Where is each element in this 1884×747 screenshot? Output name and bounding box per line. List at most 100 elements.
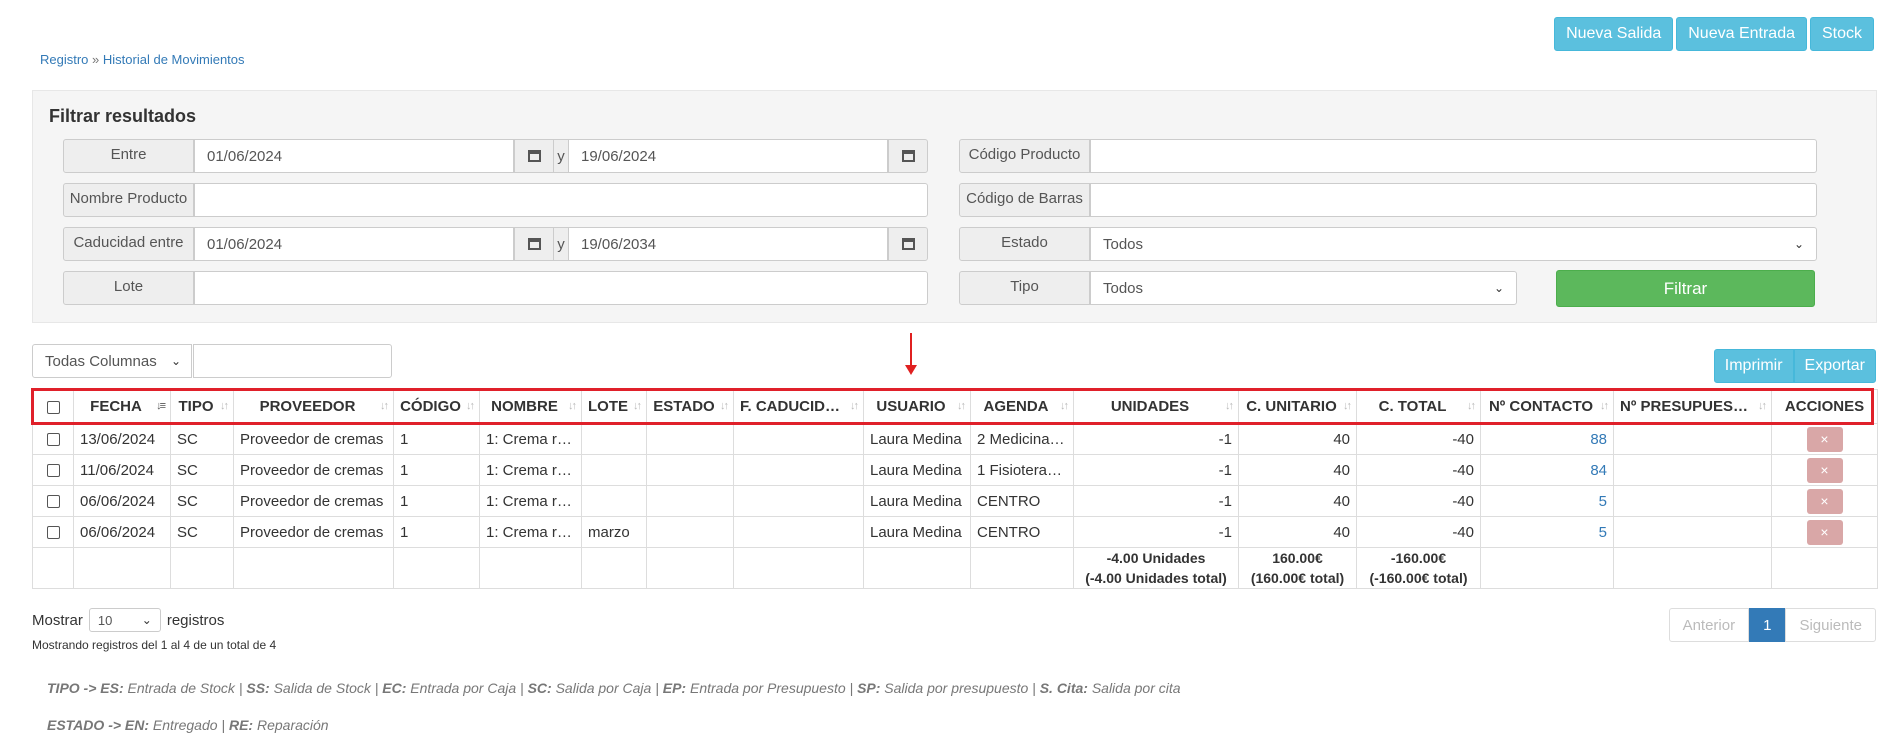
cell-contacto-link[interactable]: 84 — [1480, 454, 1614, 486]
col-proveedor-header[interactable]: PROVEEDOR ↓↑ — [233, 389, 394, 424]
col-label: CÓDIGO — [400, 398, 461, 415]
col-codigo-header[interactable]: CÓDIGO ↓↑ — [393, 389, 480, 424]
row-checkbox[interactable] — [46, 464, 60, 478]
caducidad-from-calendar-button[interactable] — [514, 227, 554, 261]
totals-total-line1: -160.00€ — [1390, 550, 1447, 566]
sort-icon: ↓↑ — [1225, 400, 1234, 412]
codigo-barras-input[interactable] — [1090, 183, 1817, 217]
tipo-select-value: Todos — [1103, 279, 1144, 297]
filter-title: Filtrar resultados — [49, 106, 197, 126]
tipo-select[interactable]: Todos ⌄ — [1090, 271, 1517, 305]
col-label: FECHA — [90, 398, 142, 415]
column-search-input[interactable] — [193, 344, 392, 378]
col-agenda-header[interactable]: AGENDA ↓↑ — [970, 389, 1074, 424]
col-label: AGENDA — [983, 398, 1049, 415]
nueva-salida-button[interactable]: Nueva Salida — [1554, 17, 1674, 51]
caducidad-from-input[interactable]: 01/06/2024 — [194, 227, 514, 261]
cell-total: -40 — [1356, 485, 1481, 517]
caducidad-row: Caducidad entre 01/06/2024 y 19/06/2034 — [63, 227, 928, 261]
lote-input[interactable] — [194, 271, 928, 305]
cell-contacto-link[interactable]: 5 — [1480, 516, 1614, 548]
caducidad-to-calendar-button[interactable] — [888, 227, 928, 261]
records-info: Mostrando registros del 1 al 4 de un tot… — [32, 638, 277, 652]
col-presupuesto-header[interactable]: Nº PRESUPUESTO ↓↑ — [1613, 389, 1772, 424]
totals-unitario-line1: 160.00€ — [1272, 550, 1323, 566]
totals-total-line2: (-160.00€ total) — [1369, 570, 1468, 586]
row-checkbox[interactable] — [46, 433, 60, 447]
delete-button[interactable]: × — [1806, 488, 1843, 514]
pagination-previous[interactable]: Anterior — [1668, 608, 1750, 642]
nombre-producto-input[interactable] — [194, 183, 928, 217]
filtrar-button[interactable]: Filtrar — [1556, 270, 1815, 307]
cell-contacto-link[interactable]: 88 — [1480, 423, 1614, 455]
tipo-label: Tipo — [959, 271, 1090, 305]
chevron-down-icon: ⌄ — [1493, 281, 1504, 295]
breadcrumb-current-link[interactable]: Historial de Movimientos — [103, 52, 245, 67]
cell-acciones: × — [1771, 423, 1878, 455]
cell-usuario: Laura Medina — [863, 423, 971, 455]
totals-empty-cell — [32, 547, 74, 589]
col-total-header[interactable]: C. TOTAL ↓↑ — [1356, 389, 1481, 424]
pagination: Anterior 1 Siguiente — [1668, 608, 1876, 642]
select-all-checkbox[interactable] — [46, 400, 60, 414]
entre-from-calendar-button[interactable] — [514, 139, 554, 173]
exportar-button[interactable]: Exportar — [1793, 349, 1876, 383]
legend-value: Salida de Stock — [269, 680, 371, 696]
legend-value: Reparación — [253, 717, 329, 733]
caducidad-to-input[interactable]: 19/06/2034 — [568, 227, 888, 261]
cell-codigo: 1 — [393, 516, 480, 548]
delete-button[interactable]: × — [1806, 426, 1843, 452]
entre-to-calendar-button[interactable] — [888, 139, 928, 173]
stock-button[interactable]: Stock — [1809, 17, 1874, 51]
chevron-down-icon: ⌄ — [141, 613, 152, 627]
cell-unidades: -1 — [1073, 454, 1239, 486]
col-caducidad-header[interactable]: F. CADUCIDAD ↓↑ — [733, 389, 864, 424]
totals-unidades: -4.00 Unidades (-4.00 Unidades total) — [1073, 547, 1239, 589]
barras-row: Código de Barras — [959, 183, 1817, 217]
col-usuario-header[interactable]: USUARIO ↓↑ — [863, 389, 971, 424]
imprimir-button[interactable]: Imprimir — [1713, 349, 1794, 383]
cell-fecha: 06/06/2024 — [73, 516, 171, 548]
registros-label: registros — [166, 611, 225, 629]
pagination-next[interactable]: Siguiente — [1785, 608, 1876, 642]
top-button-group: Nueva Salida Nueva Entrada Stock — [1554, 17, 1874, 51]
col-nombre-header[interactable]: NOMBRE ↓↑ — [479, 389, 582, 424]
estado-select[interactable]: Todos ⌄ — [1090, 227, 1817, 261]
delete-button[interactable]: × — [1806, 457, 1843, 483]
cell-tipo: SC — [170, 485, 234, 517]
chevron-down-icon: ⌄ — [170, 354, 181, 368]
cell-acciones: × — [1771, 485, 1878, 517]
nueva-entrada-button[interactable]: Nueva Entrada — [1676, 17, 1807, 51]
col-unidades-header[interactable]: UNIDADES ↓↑ — [1073, 389, 1239, 424]
page-length-select[interactable]: 10 ⌄ — [88, 608, 161, 632]
col-tipo-header[interactable]: TIPO ↓↑ — [170, 389, 234, 424]
breadcrumb-registro-link[interactable]: Registro — [40, 52, 88, 67]
col-label: TIPO — [178, 398, 214, 415]
col-lote-header[interactable]: LOTE ↓↑ — [581, 389, 647, 424]
cell-contacto-link[interactable]: 5 — [1480, 485, 1614, 517]
delete-button[interactable]: × — [1806, 519, 1843, 545]
entre-from-input[interactable]: 01/06/2024 — [194, 139, 514, 173]
totals-empty-cell — [646, 547, 734, 589]
cell-unitario: 40 — [1238, 454, 1357, 486]
cell-fecha: 06/06/2024 — [73, 485, 171, 517]
estado-select-value: Todos — [1103, 235, 1144, 253]
col-fecha-header[interactable]: FECHA ↓≡ — [73, 389, 171, 424]
pagination-page-1[interactable]: 1 — [1749, 608, 1786, 642]
nombre-row: Nombre Producto — [63, 183, 928, 217]
totals-unidades-line2: (-4.00 Unidades total) — [1085, 570, 1227, 586]
sort-icon: ↓↑ — [1343, 400, 1352, 412]
column-filter-select[interactable]: Todas Columnas ⌄ — [32, 344, 192, 378]
tipo-legend: TIPO -> ES: Entrada de Stock | SS: Salid… — [47, 680, 1181, 696]
col-estado-header[interactable]: ESTADO ↓↑ — [646, 389, 734, 424]
lote-label: Lote — [63, 271, 194, 305]
col-contacto-header[interactable]: Nº CONTACTO ↓↑ — [1480, 389, 1614, 424]
entre-to-input[interactable]: 19/06/2024 — [568, 139, 888, 173]
breadcrumb: Registro » Historial de Movimientos — [40, 52, 245, 67]
col-unitario-header[interactable]: C. UNITARIO ↓↑ — [1238, 389, 1357, 424]
row-checkbox[interactable] — [46, 526, 60, 540]
table-row: 13/06/2024 SC Proveedor de cremas 1 1: C… — [32, 423, 1878, 455]
row-checkbox[interactable] — [46, 495, 60, 509]
cell-presupuesto — [1613, 423, 1772, 455]
codigo-producto-input[interactable] — [1090, 139, 1817, 173]
